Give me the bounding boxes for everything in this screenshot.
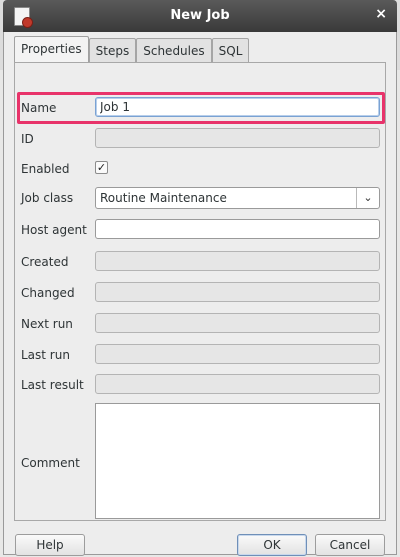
id-row: ID bbox=[15, 128, 387, 150]
tab-properties[interactable]: Properties bbox=[14, 36, 89, 63]
name-row: Name bbox=[15, 97, 387, 119]
created-field bbox=[95, 251, 380, 271]
comment-textarea[interactable] bbox=[95, 403, 380, 519]
created-label: Created bbox=[21, 255, 69, 269]
name-field[interactable] bbox=[95, 97, 380, 117]
tab-schedules[interactable]: Schedules bbox=[136, 38, 212, 63]
host-agent-field[interactable] bbox=[95, 219, 380, 239]
changed-label: Changed bbox=[21, 286, 75, 300]
cancel-button[interactable]: Cancel bbox=[315, 534, 385, 556]
changed-row: Changed bbox=[15, 282, 387, 304]
enabled-checkbox[interactable]: ✓ bbox=[95, 161, 108, 174]
window-titlebar: New Job × bbox=[3, 0, 397, 32]
job-class-value: Routine Maintenance bbox=[100, 191, 227, 205]
last-result-label: Last result bbox=[21, 378, 84, 392]
last-result-row: Last result bbox=[15, 374, 387, 396]
last-run-row: Last run bbox=[15, 344, 387, 366]
created-row: Created bbox=[15, 251, 387, 273]
id-field bbox=[95, 128, 380, 148]
job-class-select[interactable]: Routine Maintenance ⌄ bbox=[95, 187, 380, 209]
enabled-label: Enabled bbox=[21, 162, 70, 176]
last-run-field bbox=[95, 344, 380, 364]
host-agent-row: Host agent bbox=[15, 219, 387, 241]
id-label: ID bbox=[21, 132, 34, 146]
ok-button[interactable]: OK bbox=[237, 534, 307, 556]
last-run-label: Last run bbox=[21, 348, 70, 362]
close-icon[interactable]: × bbox=[375, 6, 387, 22]
enabled-row: Enabled ✓ bbox=[15, 158, 387, 180]
next-run-label: Next run bbox=[21, 317, 73, 331]
last-result-field bbox=[95, 374, 380, 394]
next-run-row: Next run bbox=[15, 313, 387, 335]
properties-panel: Name ID Enabled ✓ Job class Routine Main… bbox=[14, 62, 386, 521]
tab-bar: Properties Steps Schedules SQL bbox=[14, 36, 250, 63]
comment-row: Comment bbox=[15, 403, 387, 521]
job-class-row: Job class Routine Maintenance ⌄ bbox=[15, 187, 387, 209]
help-button[interactable]: Help bbox=[15, 534, 85, 556]
next-run-field bbox=[95, 313, 380, 333]
tab-steps[interactable]: Steps bbox=[88, 38, 137, 63]
comment-label: Comment bbox=[21, 456, 80, 470]
job-class-label: Job class bbox=[21, 191, 74, 205]
new-job-dialog: Properties Steps Schedules SQL Name ID E… bbox=[3, 32, 397, 556]
changed-field bbox=[95, 282, 380, 302]
window-title: New Job bbox=[170, 8, 230, 23]
name-label: Name bbox=[21, 101, 57, 115]
chevron-down-icon[interactable]: ⌄ bbox=[356, 188, 379, 208]
tab-sql[interactable]: SQL bbox=[211, 38, 250, 63]
host-agent-label: Host agent bbox=[21, 223, 87, 237]
